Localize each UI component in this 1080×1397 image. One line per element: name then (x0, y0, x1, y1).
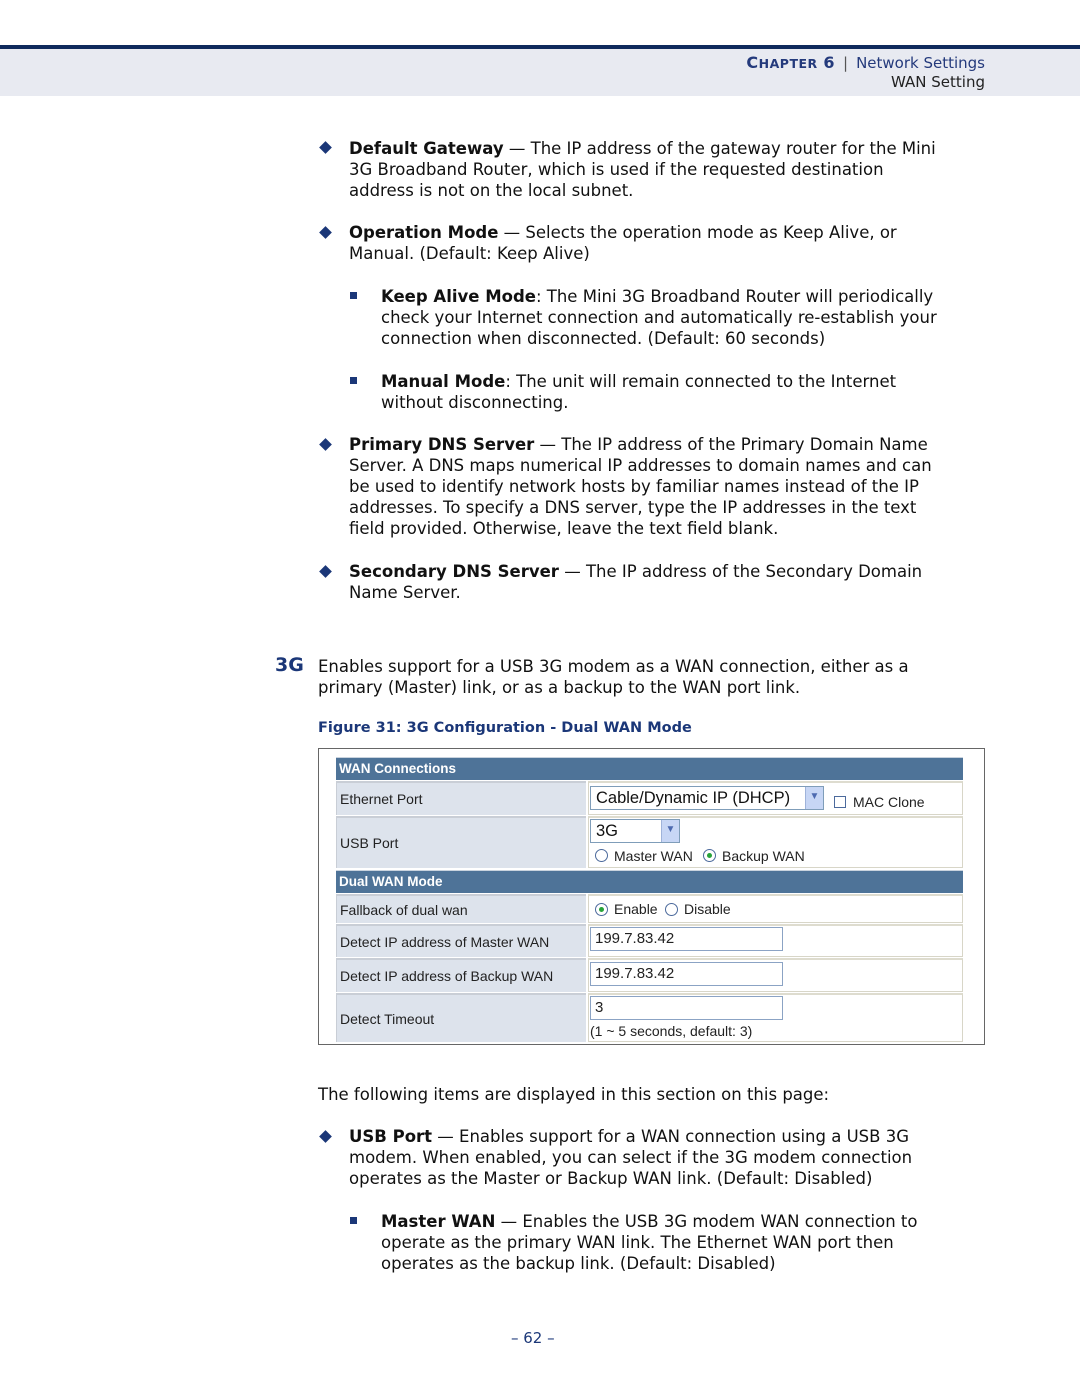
detect-backup-label: Detect IP address of Backup WAN (336, 958, 586, 992)
section-title: Network Settings (856, 54, 985, 72)
wan-connections-header: WAN Connections (336, 757, 963, 780)
section-3g-description: Enables support for a USB 3G modem as a … (318, 657, 909, 697)
ethernet-port-select[interactable]: Cable/Dynamic IP (DHCP) ▼ (590, 786, 824, 810)
detect-timeout-hint: (1 ~ 5 seconds, default: 3) (590, 1023, 753, 1039)
bullet-operation-mode: Operation Mode — Selects the operation m… (349, 223, 897, 263)
backup-wan-radio[interactable] (703, 849, 716, 862)
diamond-bullet-icon (319, 226, 332, 239)
section-label-3g: 3G (275, 654, 304, 676)
dual-wan-mode-header: Dual WAN Mode (336, 870, 963, 893)
ethernet-port-label: Ethernet Port (336, 781, 586, 815)
bullet-usb-port: USB Port — Enables support for a WAN con… (349, 1127, 913, 1188)
detect-backup-input[interactable]: 199.7.83.42 (590, 962, 783, 986)
page-number: – 62 – (511, 1329, 555, 1347)
detect-timeout-input[interactable]: 3 (590, 996, 783, 1020)
chapter-label: CHAPTER 6 (746, 53, 836, 72)
detect-timeout-label: Detect Timeout (336, 993, 586, 1042)
figure-caption: Figure 31: 3G Configuration - Dual WAN M… (318, 720, 692, 736)
diamond-bullet-icon (319, 565, 332, 578)
detect-master-label: Detect IP address of Master WAN (336, 924, 586, 957)
diamond-bullet-icon (319, 1130, 332, 1143)
sub-bullet-master-wan: Master WAN — Enables the USB 3G modem WA… (381, 1212, 918, 1273)
usb-port-select[interactable]: 3G ▼ (590, 819, 680, 843)
bullet-secondary-dns: Secondary DNS Server — The IP address of… (349, 562, 923, 602)
usb-port-label: USB Port (336, 816, 586, 868)
fallback-disable-label: Disable (684, 901, 731, 917)
following-intro: The following items are displayed in thi… (318, 1085, 830, 1104)
bullet-default-gateway: Default Gateway — The IP address of the … (349, 139, 936, 200)
master-wan-label: Master WAN (614, 848, 693, 864)
fallback-disable-radio[interactable] (665, 903, 678, 916)
square-bullet-icon (350, 377, 357, 384)
square-bullet-icon (350, 292, 357, 299)
chapter-heading: CHAPTER 6 | Network Settings (746, 53, 985, 72)
chevron-down-icon: ▼ (805, 787, 823, 809)
fallback-enable-radio[interactable] (595, 903, 608, 916)
backup-wan-label: Backup WAN (722, 848, 805, 864)
mac-clone-label: MAC Clone (853, 794, 925, 810)
detect-master-input[interactable]: 199.7.83.42 (590, 927, 783, 951)
diamond-bullet-icon (319, 141, 332, 154)
subsection-title: WAN Setting (891, 73, 985, 91)
bullet-primary-dns: Primary DNS Server — The IP address of t… (349, 435, 932, 538)
square-bullet-icon (350, 1217, 357, 1224)
sub-bullet-keep-alive: Keep Alive Mode: The Mini 3G Broadband R… (381, 287, 937, 348)
fallback-label: Fallback of dual wan (336, 894, 586, 923)
diamond-bullet-icon (319, 438, 332, 451)
chevron-down-icon: ▼ (661, 820, 679, 842)
mac-clone-checkbox[interactable] (834, 796, 846, 808)
fallback-enable-label: Enable (614, 901, 658, 917)
master-wan-radio[interactable] (595, 849, 608, 862)
header-separator: | (843, 54, 849, 72)
sub-bullet-manual-mode: Manual Mode: The unit will remain connec… (381, 372, 897, 412)
